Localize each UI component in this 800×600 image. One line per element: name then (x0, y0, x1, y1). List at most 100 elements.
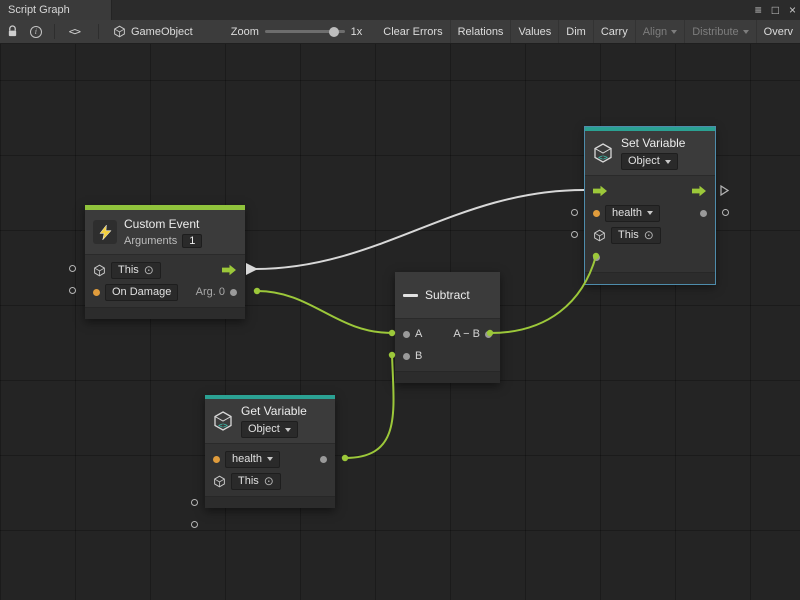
align-button: Align (635, 20, 684, 44)
object-picker-icon[interactable]: ⊙ (144, 265, 154, 275)
values-button[interactable]: Values (510, 20, 558, 44)
node-title: Set Variable (621, 136, 685, 150)
variable-kind-value: Object (628, 155, 660, 168)
svg-text:<>: <> (218, 421, 228, 430)
input-a-port[interactable] (403, 331, 410, 338)
input-b-port[interactable] (403, 353, 410, 360)
outside-port-circle[interactable] (69, 265, 76, 272)
variable-name-value: health (612, 207, 642, 220)
node-subtract[interactable]: Subtract A A − B B (395, 272, 500, 383)
new-value-in-port[interactable] (593, 254, 600, 261)
input-b-label: B (415, 350, 422, 362)
wire-endpoint (254, 288, 260, 294)
carry-button[interactable]: Carry (593, 20, 635, 44)
input-a-label: A (415, 328, 422, 340)
variable-kind-dropdown[interactable]: Object (241, 421, 298, 438)
zoom-slider-handle[interactable] (329, 27, 339, 37)
chevron-down-icon (671, 30, 677, 34)
variable-name-dropdown[interactable]: health (225, 451, 280, 468)
variable-kind-dropdown[interactable]: Object (621, 153, 678, 170)
flow-wire-arrow-icon (246, 263, 258, 275)
tab-script-graph[interactable]: Script Graph (0, 0, 112, 20)
lightning-bolt-icon (93, 220, 117, 244)
variable-name-port[interactable] (593, 210, 600, 217)
variable-name-port[interactable] (213, 456, 220, 463)
variable-cube-icon: <> (592, 142, 614, 164)
zoom-value: 1x (351, 26, 363, 38)
object-picker-icon[interactable]: ⊙ (264, 476, 274, 486)
svg-text:<>: <> (598, 153, 608, 162)
arg0-out-port[interactable] (230, 289, 237, 296)
wire-getvariable-to-subtract-b[interactable] (345, 355, 394, 458)
minus-operator-icon (403, 294, 418, 297)
arguments-input[interactable]: 1 (182, 234, 202, 248)
target-object-value: This (118, 264, 139, 277)
arg0-label: Arg. 0 (196, 286, 225, 298)
chevron-down-icon (665, 160, 671, 164)
variable-name-dropdown[interactable]: health (605, 205, 660, 222)
cube-icon (213, 475, 226, 488)
dim-button[interactable]: Dim (558, 20, 593, 44)
gameobject-reference[interactable]: GameObject (113, 25, 193, 38)
outside-port-circle[interactable] (69, 287, 76, 294)
node-footer (395, 371, 500, 383)
info-icon[interactable]: i (30, 26, 42, 38)
node-get-variable[interactable]: <> Get Variable Object (205, 395, 335, 508)
maximize-icon[interactable]: □ (772, 3, 779, 17)
wire-flow-customevent-to-setvariable[interactable] (255, 190, 584, 269)
target-object-value: This (238, 475, 259, 488)
flow-out-port[interactable] (222, 264, 237, 276)
target-object-dropdown[interactable]: This ⊙ (231, 473, 281, 490)
graph-canvas[interactable]: Custom Event Arguments 1 This ⊙ (0, 44, 800, 600)
zoom-label: Zoom (231, 26, 259, 38)
variable-kind-value: Object (248, 423, 280, 436)
object-picker-icon[interactable]: ⊙ (644, 230, 654, 240)
event-name-field[interactable]: On Damage (105, 284, 178, 301)
chevron-down-icon (267, 457, 273, 461)
gameobject-label: GameObject (131, 26, 193, 38)
wire-arg0-to-subtract-a[interactable] (257, 291, 392, 333)
chevron-down-icon (743, 30, 749, 34)
outside-port-circle[interactable] (191, 521, 198, 528)
node-set-variable[interactable]: <> Set Variable Object (585, 127, 715, 284)
output-label: A − B (453, 328, 480, 340)
overview-button[interactable]: Overv (756, 20, 800, 44)
flow-out-port[interactable] (692, 185, 707, 197)
arguments-label: Arguments (124, 235, 177, 247)
event-name-port[interactable] (93, 289, 100, 296)
relations-button[interactable]: Relations (450, 20, 511, 44)
edit-graph-icon[interactable]: <> (69, 25, 80, 38)
zoom-slider[interactable] (265, 30, 345, 33)
outside-flow-triangle[interactable] (720, 185, 729, 196)
node-custom-event[interactable]: Custom Event Arguments 1 This ⊙ (85, 205, 245, 319)
target-object-dropdown[interactable]: This ⊙ (611, 227, 661, 244)
node-title: Get Variable (241, 404, 307, 418)
node-footer (585, 272, 715, 284)
outside-port-circle[interactable] (571, 231, 578, 238)
outside-port-circle[interactable] (191, 499, 198, 506)
lock-icon[interactable] (7, 25, 18, 38)
close-icon[interactable]: × (789, 3, 796, 17)
node-footer (205, 496, 335, 508)
value-out-port[interactable] (320, 456, 327, 463)
wire-subtract-to-setvariable-value[interactable] (490, 256, 596, 333)
window-controls: ≡ □ × (755, 0, 796, 20)
cube-icon (593, 229, 606, 242)
output-port[interactable] (485, 331, 492, 338)
outside-port-circle[interactable] (571, 209, 578, 216)
clear-errors-button[interactable]: Clear Errors (376, 20, 449, 44)
node-footer (85, 307, 245, 319)
flow-in-port[interactable] (593, 185, 608, 197)
cube-icon (93, 264, 106, 277)
menu-icon[interactable]: ≡ (755, 3, 762, 17)
tab-bar: Script Graph ≡ □ × (0, 0, 800, 20)
toolbar-separator (98, 24, 99, 39)
value-out-port[interactable] (700, 210, 707, 217)
graph-toolbar: i <> GameObject Zoom 1x Clear Errors Rel… (0, 20, 800, 44)
cube-icon (113, 25, 126, 38)
node-title: Custom Event (124, 217, 202, 231)
variable-cube-icon: <> (212, 410, 234, 432)
outside-port-circle[interactable] (722, 209, 729, 216)
unity-script-graph-window: Script Graph ≡ □ × i <> GameObject Zoom … (0, 0, 800, 600)
target-object-dropdown[interactable]: This ⊙ (111, 262, 161, 279)
